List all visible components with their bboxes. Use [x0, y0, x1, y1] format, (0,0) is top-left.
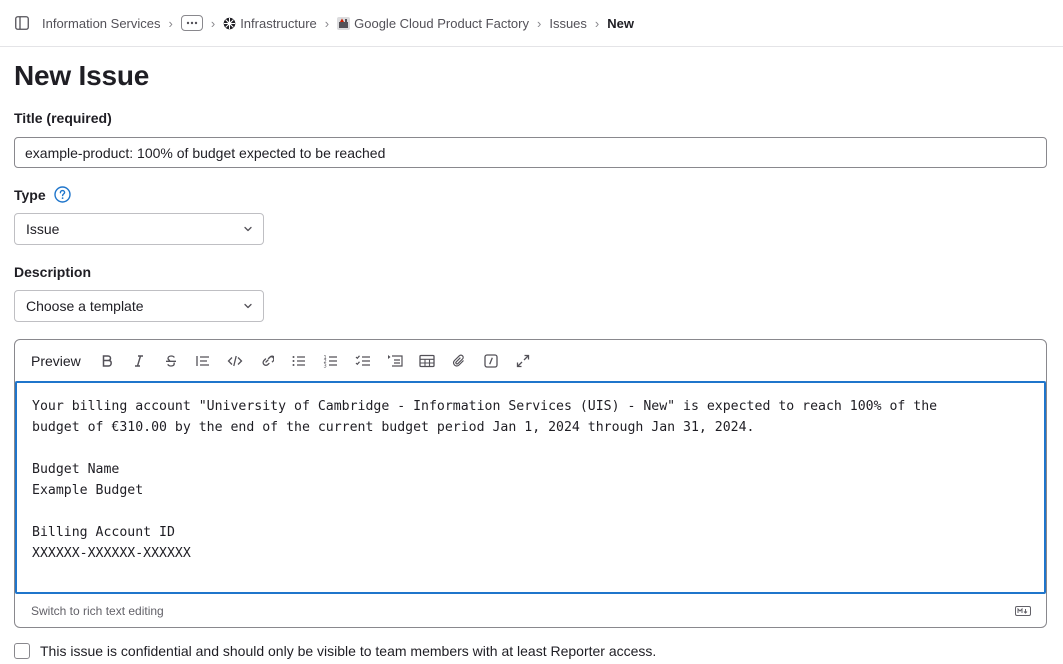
template-select-value: Choose a template [26, 298, 144, 314]
bulleted-list-icon[interactable] [291, 353, 307, 369]
title-value: example-product: 100% of budget expected… [25, 144, 386, 161]
editor-toolbar: Preview 123 [15, 340, 1046, 382]
attach-file-icon[interactable] [451, 353, 467, 369]
link-icon[interactable] [259, 353, 275, 369]
breadcrumb-new: New [607, 15, 634, 31]
top-bar: Information Services › › Infrastructure … [0, 0, 1063, 47]
preview-tab[interactable]: Preview [31, 353, 81, 369]
title-label: Title (required) [14, 110, 112, 126]
title-input[interactable]: example-product: 100% of budget expected… [14, 137, 1047, 168]
type-select-value: Issue [26, 221, 60, 237]
confidential-label: This issue is confidential and should on… [40, 643, 657, 659]
breadcrumb-infrastructure[interactable]: Infrastructure [223, 16, 317, 31]
ellipsis-icon [186, 21, 198, 25]
confidential-checkbox[interactable] [14, 643, 30, 659]
markdown-editor: Preview 123 Your billing account "Univer… [14, 339, 1047, 628]
code-icon[interactable] [227, 353, 243, 369]
chevron-right-icon: › [168, 15, 173, 31]
chevron-right-icon: › [324, 15, 330, 31]
bold-icon[interactable] [99, 353, 115, 369]
slash-command-icon[interactable] [483, 353, 499, 369]
breadcrumb-information-services[interactable]: Information Services [42, 16, 161, 31]
page-title: New Issue [14, 60, 150, 91]
italic-icon[interactable] [131, 353, 147, 369]
fullscreen-icon[interactable] [515, 353, 531, 369]
sidebar-toggle-icon[interactable] [14, 15, 30, 31]
breadcrumb-label: Infrastructure [240, 15, 317, 31]
editor-footer: Switch to rich text editing [15, 595, 1046, 627]
svg-text:3: 3 [323, 363, 326, 368]
strikethrough-icon[interactable] [163, 353, 179, 369]
chevron-down-icon [243, 301, 253, 311]
description-label: Description [14, 264, 92, 280]
chevron-right-icon: › [537, 15, 542, 31]
switch-to-rich-text-button[interactable]: Switch to rich text editing [31, 604, 164, 618]
breadcrumb: Information Services › › Infrastructure … [42, 15, 634, 31]
markdown-icon [1015, 606, 1031, 616]
breadcrumb-label: Google Cloud Product Factory [354, 15, 529, 31]
chevron-right-icon: › [210, 15, 216, 31]
quote-icon[interactable] [195, 353, 211, 369]
question-circle-icon[interactable] [54, 186, 71, 203]
project-avatar-icon [337, 16, 351, 30]
chevron-right-icon: › [594, 15, 600, 31]
type-select[interactable]: Issue [14, 213, 264, 245]
collapsible-section-icon[interactable] [387, 353, 403, 369]
chevron-down-icon [243, 224, 253, 234]
more-breadcrumbs-button[interactable] [180, 15, 203, 31]
type-label: Type [14, 187, 46, 203]
table-icon[interactable] [419, 353, 435, 369]
breadcrumb-issues[interactable]: Issues [549, 16, 587, 31]
task-list-icon[interactable] [355, 353, 371, 369]
description-textarea[interactable]: Your billing account "University of Camb… [15, 381, 1046, 594]
template-select[interactable]: Choose a template [14, 290, 264, 322]
infrastructure-icon [223, 17, 236, 30]
confidential-checkbox-row[interactable]: This issue is confidential and should on… [14, 643, 656, 659]
numbered-list-icon[interactable]: 123 [323, 353, 339, 369]
breadcrumb-project[interactable]: Google Cloud Product Factory [337, 16, 529, 31]
